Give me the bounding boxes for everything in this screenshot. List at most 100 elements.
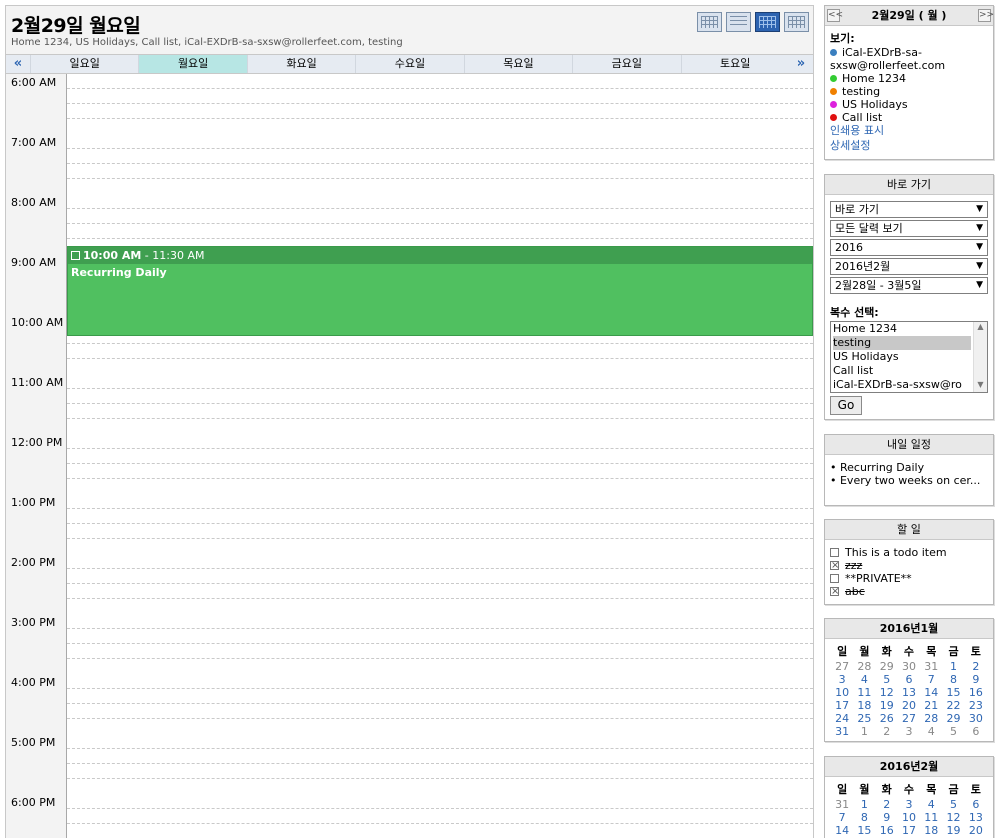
day-view-icon[interactable] (697, 12, 722, 32)
mini-day[interactable]: 3 (898, 725, 920, 738)
hour-slots[interactable] (67, 134, 813, 194)
mini-day[interactable]: 31 (831, 798, 853, 811)
mini-day[interactable]: 14 (831, 824, 853, 837)
mini-calendar-title[interactable]: 2016년2월 (825, 757, 993, 777)
mini-day[interactable]: 30 (898, 660, 920, 673)
mini-day[interactable]: 4 (920, 798, 942, 811)
hour-row[interactable]: 1:00 PM (6, 494, 813, 554)
hour-slots[interactable] (67, 554, 813, 614)
hour-row[interactable]: 6:00 AM (6, 74, 813, 134)
day-tab-wed[interactable]: 수요일 (355, 55, 463, 73)
mini-day[interactable]: 21 (920, 699, 942, 712)
day-tab-thu[interactable]: 목요일 (463, 55, 572, 73)
mini-day[interactable]: 13 (898, 686, 920, 699)
mini-day[interactable]: 3 (898, 798, 920, 811)
mini-day[interactable]: 5 (876, 673, 898, 686)
print-view-link[interactable]: 인쇄용 표시 (830, 124, 988, 137)
hour-row[interactable]: 5:00 PM (6, 734, 813, 794)
todo-checkbox[interactable] (830, 559, 839, 572)
todo-item[interactable]: abc (830, 585, 988, 598)
mini-day[interactable]: 1 (942, 660, 964, 673)
day-tab-mon[interactable]: 월요일 (138, 55, 247, 73)
calendar-entry[interactable]: US Holidays (830, 98, 988, 111)
calendar-multi-select[interactable]: Home 1234 testing US Holidays Call list iCal… (830, 321, 988, 393)
prev-day-icon[interactable]: << (827, 9, 843, 22)
mini-day[interactable]: 27 (831, 660, 853, 673)
mini-day[interactable]: 2 (965, 660, 987, 673)
mini-day[interactable]: 5 (942, 725, 964, 738)
calendar-entry[interactable]: Home 1234 (830, 72, 988, 85)
mini-day[interactable]: 15 (942, 686, 964, 699)
day-tab-sat[interactable]: 토요일 (680, 55, 789, 73)
mini-day[interactable]: 16 (876, 824, 898, 837)
goto-select[interactable]: 2016 ▼ (830, 239, 988, 256)
mini-day[interactable]: 10 (831, 686, 853, 699)
mini-day[interactable]: 12 (876, 686, 898, 699)
todo-item[interactable]: **PRIVATE** (830, 572, 988, 585)
mini-day[interactable]: 12 (942, 811, 964, 824)
hour-row[interactable]: 11:00 AM (6, 374, 813, 434)
mini-day[interactable]: 28 (920, 712, 942, 725)
mini-day[interactable]: 16 (965, 686, 987, 699)
mini-day[interactable]: 10 (898, 811, 920, 824)
mini-day[interactable]: 23 (965, 699, 987, 712)
mini-day[interactable]: 18 (853, 699, 875, 712)
hour-row[interactable]: 8:00 AM (6, 194, 813, 254)
hour-row[interactable]: 3:00 PM (6, 614, 813, 674)
mini-calendar-title[interactable]: 2016년1월 (825, 619, 993, 639)
scroll-up-icon[interactable]: ▲ (974, 322, 987, 334)
mini-day[interactable]: 14 (920, 686, 942, 699)
settings-link[interactable]: 상세설정 (830, 139, 988, 152)
mini-day[interactable]: 15 (853, 824, 875, 837)
mini-day[interactable]: 20 (965, 824, 987, 837)
mini-day[interactable]: 30 (965, 712, 987, 725)
hour-slots[interactable] (67, 674, 813, 734)
todo-item[interactable]: This is a todo item (830, 546, 988, 559)
prev-week-button[interactable]: « (6, 55, 30, 73)
tomorrow-item[interactable]: • Recurring Daily (830, 461, 988, 474)
go-button[interactable]: Go (830, 396, 862, 415)
day-tab-sun[interactable]: 일요일 (30, 55, 138, 73)
mini-day[interactable]: 11 (853, 686, 875, 699)
hour-slots[interactable] (67, 434, 813, 494)
calendar-entry[interactable]: Call list (830, 111, 988, 124)
mini-day[interactable]: 8 (942, 673, 964, 686)
week-view-icon[interactable] (726, 12, 751, 32)
mini-day[interactable]: 18 (920, 824, 942, 837)
mini-day[interactable]: 31 (831, 725, 853, 738)
mini-day[interactable]: 9 (876, 811, 898, 824)
mini-day[interactable]: 11 (920, 811, 942, 824)
mini-day[interactable]: 4 (920, 725, 942, 738)
hour-slots[interactable] (67, 734, 813, 794)
hour-slots[interactable] (67, 794, 813, 838)
listbox-scrollbar[interactable]: ▲ ▼ (973, 322, 987, 392)
mini-day[interactable]: 5 (942, 798, 964, 811)
hour-row[interactable]: 6:00 PM (6, 794, 813, 838)
mini-day[interactable]: 6 (965, 798, 987, 811)
mini-day[interactable]: 1 (853, 798, 875, 811)
listbox-option[interactable]: Home 1234 (833, 322, 971, 336)
goto-select[interactable]: 2016년2월 ▼ (830, 258, 988, 275)
mini-day[interactable]: 2 (876, 725, 898, 738)
event-recurring-daily[interactable]: 10:00 AM - 11:30 AM Recurring Daily (67, 246, 813, 336)
todo-checkbox[interactable] (830, 585, 839, 598)
listbox-option[interactable]: testing (833, 336, 971, 350)
mini-day[interactable]: 4 (853, 673, 875, 686)
mini-day[interactable]: 29 (876, 660, 898, 673)
hour-slots[interactable] (67, 194, 813, 254)
mini-day[interactable]: 13 (965, 811, 987, 824)
mini-day[interactable]: 17 (831, 699, 853, 712)
mini-day[interactable]: 29 (942, 712, 964, 725)
mini-day[interactable]: 7 (831, 811, 853, 824)
next-week-button[interactable]: » (789, 55, 813, 73)
day-tab-fri[interactable]: 금요일 (572, 55, 680, 73)
listbox-option[interactable]: Call list (833, 364, 971, 378)
hour-slots[interactable] (67, 374, 813, 434)
mini-day[interactable]: 26 (876, 712, 898, 725)
mini-day[interactable]: 9 (965, 673, 987, 686)
mini-day[interactable]: 6 (898, 673, 920, 686)
goto-select[interactable]: 2월28일 - 3월5일 ▼ (830, 277, 988, 294)
hour-row[interactable]: 2:00 PM (6, 554, 813, 614)
day-tab-tue[interactable]: 화요일 (246, 55, 355, 73)
hour-slots[interactable] (67, 494, 813, 554)
